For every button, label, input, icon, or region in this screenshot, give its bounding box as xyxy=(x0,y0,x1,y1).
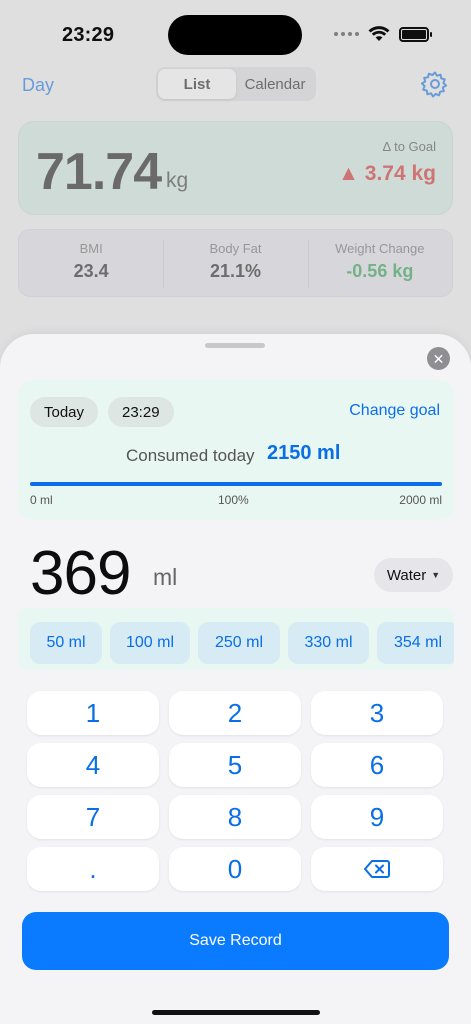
key-6[interactable]: 6 xyxy=(311,743,443,787)
amount-display: 369 xyxy=(30,539,131,608)
key-2[interactable]: 2 xyxy=(169,691,301,735)
intake-summary-card: Today 23:29 Change goal Consumed today 2… xyxy=(18,380,454,520)
chevron-down-icon: ▼ xyxy=(431,570,441,580)
key-3[interactable]: 3 xyxy=(311,691,443,735)
consumed-label: Consumed today xyxy=(126,446,255,465)
consumed-value: 2150 ml xyxy=(267,442,341,464)
key-9[interactable]: 9 xyxy=(311,795,443,839)
home-indicator xyxy=(152,1010,320,1015)
key-1[interactable]: 1 xyxy=(27,691,159,735)
amount-unit: ml xyxy=(153,564,178,590)
key-decimal[interactable]: . xyxy=(27,847,159,891)
water-intake-sheet: ✕ Today 23:29 Change goal Consumed today… xyxy=(0,334,471,1024)
preset-amounts[interactable]: 50 ml 100 ml 250 ml 330 ml 354 ml xyxy=(18,608,454,670)
scale-min-label: 0 ml xyxy=(30,493,53,507)
intake-progress-fill xyxy=(30,482,442,486)
preset-354-ml[interactable]: 354 ml xyxy=(377,622,454,664)
preset-100-ml[interactable]: 100 ml xyxy=(110,622,190,664)
key-8[interactable]: 8 xyxy=(169,795,301,839)
preset-330-ml[interactable]: 330 ml xyxy=(288,622,369,664)
key-4[interactable]: 4 xyxy=(27,743,159,787)
close-icon[interactable]: ✕ xyxy=(427,347,450,370)
backspace-icon xyxy=(364,860,390,878)
preset-250-ml[interactable]: 250 ml xyxy=(198,622,280,664)
key-backspace[interactable] xyxy=(311,847,443,891)
scale-max-label: 2000 ml xyxy=(399,493,442,507)
key-0[interactable]: 0 xyxy=(169,847,301,891)
preset-50-ml[interactable]: 50 ml xyxy=(30,622,102,664)
date-pill[interactable]: Today xyxy=(30,397,99,427)
sheet-grabber[interactable] xyxy=(205,343,265,348)
drink-type-select[interactable]: Water ▼ xyxy=(374,558,453,592)
scale-mid-label: 100% xyxy=(218,493,249,507)
save-record-button[interactable]: Save Record xyxy=(22,912,449,970)
key-7[interactable]: 7 xyxy=(27,795,159,839)
change-goal-button[interactable]: Change goal xyxy=(349,402,440,420)
key-5[interactable]: 5 xyxy=(169,743,301,787)
time-pill[interactable]: 23:29 xyxy=(108,397,174,427)
intake-progress-bar xyxy=(30,482,442,486)
drink-type-label: Water xyxy=(386,566,427,584)
